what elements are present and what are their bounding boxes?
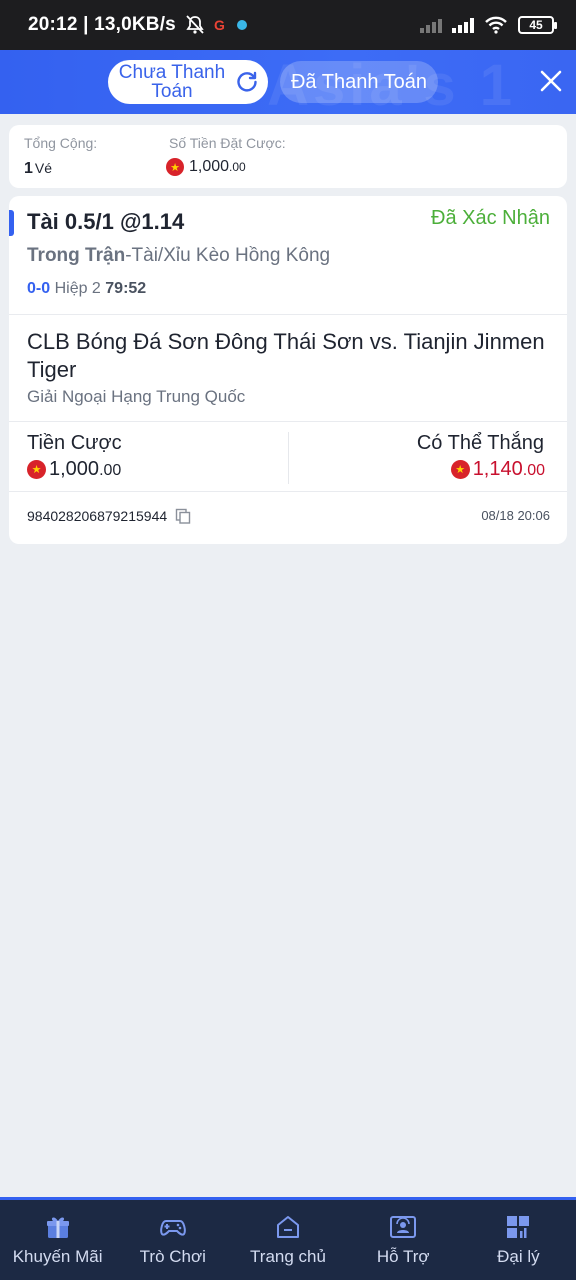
refresh-icon[interactable] xyxy=(234,69,260,95)
total-unit: Vé xyxy=(34,160,53,176)
total-count: 1 xyxy=(24,160,33,177)
status-time-speed: 20:12 | 13,0KB/s xyxy=(28,14,176,35)
status-bar: 20:12 | 13,0KB/s G 45 xyxy=(0,0,576,50)
stake-value: 1,000.00 xyxy=(49,458,121,481)
summary-card: Tổng Cộng: Số Tiền Đặt Cược: 1 Vé ★ 1,000… xyxy=(9,125,567,188)
home-icon xyxy=(277,1216,299,1238)
bet-accent-bar xyxy=(9,210,14,236)
market-name: -Tài/Xỉu Kèo Hồng Kông xyxy=(125,245,331,266)
signal-1-icon xyxy=(420,17,442,33)
copy-icon[interactable] xyxy=(175,508,191,524)
divider xyxy=(9,491,567,492)
win-label: Có Thể Thắng xyxy=(416,432,544,454)
ticket-time: 08/18 20:06 xyxy=(481,508,550,523)
stake-int: 1,000 xyxy=(49,458,100,480)
wifi-icon xyxy=(485,16,507,34)
nav-label: Trang chủ xyxy=(250,1247,326,1266)
app-notification-icon xyxy=(237,20,248,30)
nav-item-agent[interactable]: Đại lý xyxy=(461,1200,576,1280)
summary-stake: ★ 1,000.00 xyxy=(166,158,246,176)
gamepad-icon xyxy=(160,1220,186,1236)
summary-stake-amount: 1,000.00 xyxy=(189,158,246,176)
status-left: 20:12 | 13,0KB/s G xyxy=(28,14,248,36)
support-icon xyxy=(390,1216,417,1238)
close-icon[interactable] xyxy=(538,68,564,94)
nav-item-promotions[interactable]: Khuyến Mãi xyxy=(0,1200,115,1280)
ticket-id-value: 984028206879215944 xyxy=(27,508,168,524)
nav-item-home[interactable]: Trang chủ xyxy=(230,1200,345,1280)
mute-icon xyxy=(186,15,204,34)
live-clock: 79:52 xyxy=(105,280,147,297)
total-caption: Tổng Cộng: xyxy=(24,135,98,151)
stake-label: Tiền Cược xyxy=(27,432,122,454)
nav-label: Hỗ Trợ xyxy=(376,1247,430,1266)
battery-icon: 45 xyxy=(518,16,557,34)
tab-unpaid-label: Chưa Thanh Toán xyxy=(118,62,226,102)
bet-market: Trong Trận-Tài/Xỉu Kèo Hồng Kông xyxy=(27,245,330,267)
total-value: 1 Vé xyxy=(24,160,52,178)
tab-paid[interactable]: Đã Thanh Toán xyxy=(280,61,438,103)
stake-dec: .00 xyxy=(99,462,122,479)
bet-status-badge: Đã Xác Nhận xyxy=(431,207,550,229)
battery-level: 45 xyxy=(529,18,543,32)
divider xyxy=(9,421,567,422)
nav-label: Đại lý xyxy=(497,1247,540,1266)
status-right: 45 xyxy=(420,16,557,34)
live-info: 0-0 Hiệp 2 79:52 xyxy=(27,280,146,298)
nav-item-support[interactable]: Hỗ Trợ xyxy=(346,1200,461,1280)
vnd-coin-icon: ★ xyxy=(27,460,46,479)
summary-stake-dec: .00 xyxy=(229,160,246,174)
vnd-coin-icon: ★ xyxy=(450,460,470,479)
bet-title: Tài 0.5/1 @1.14 xyxy=(27,209,185,234)
nav-label: Khuyến Mãi xyxy=(12,1247,103,1266)
win-value: 1,140.00 xyxy=(473,458,545,481)
league-name: Giải Ngoại Hạng Trung Quốc xyxy=(27,387,246,406)
summary-stake-int: 1,000 xyxy=(189,158,230,175)
nav-item-games[interactable]: Trò Chơi xyxy=(115,1200,230,1280)
bottom-nav: Khuyến Mãi Trò Chơi Trang chủ Hỗ Trợ Đại… xyxy=(0,1197,576,1280)
header: Asia's 1 Chưa Thanh Toán Đã Thanh Toán xyxy=(0,50,576,114)
live-score: 0-0 xyxy=(27,280,51,297)
agent-icon xyxy=(507,1216,530,1238)
gift-icon xyxy=(46,1217,69,1238)
bet-card[interactable]: Tài 0.5/1 @1.14 Đã Xác Nhận Trong Trận-T… xyxy=(9,196,567,544)
win-amount: ★ 1,140.00 xyxy=(450,458,545,481)
vnd-coin-icon: ★ xyxy=(166,158,184,176)
match-name: CLB Bóng Đá Sơn Đông Thái Sơn vs. Tianji… xyxy=(27,329,545,382)
stake-caption: Số Tiền Đặt Cược: xyxy=(169,135,286,151)
market-live: Trong Trận xyxy=(27,245,126,266)
win-int: 1,140 xyxy=(472,458,523,480)
divider xyxy=(9,314,567,315)
stake-amount: ★ 1,000.00 xyxy=(27,458,121,481)
live-period: Hiệp 2 xyxy=(54,280,101,297)
google-icon: G xyxy=(213,17,226,33)
signal-2-icon xyxy=(452,17,474,33)
tab-unpaid[interactable]: Chưa Thanh Toán xyxy=(108,60,268,104)
vertical-divider xyxy=(288,432,289,484)
win-dec: .00 xyxy=(522,462,545,479)
nav-label: Trò Chơi xyxy=(139,1247,206,1266)
ticket-id: 984028206879215944 xyxy=(27,508,191,524)
